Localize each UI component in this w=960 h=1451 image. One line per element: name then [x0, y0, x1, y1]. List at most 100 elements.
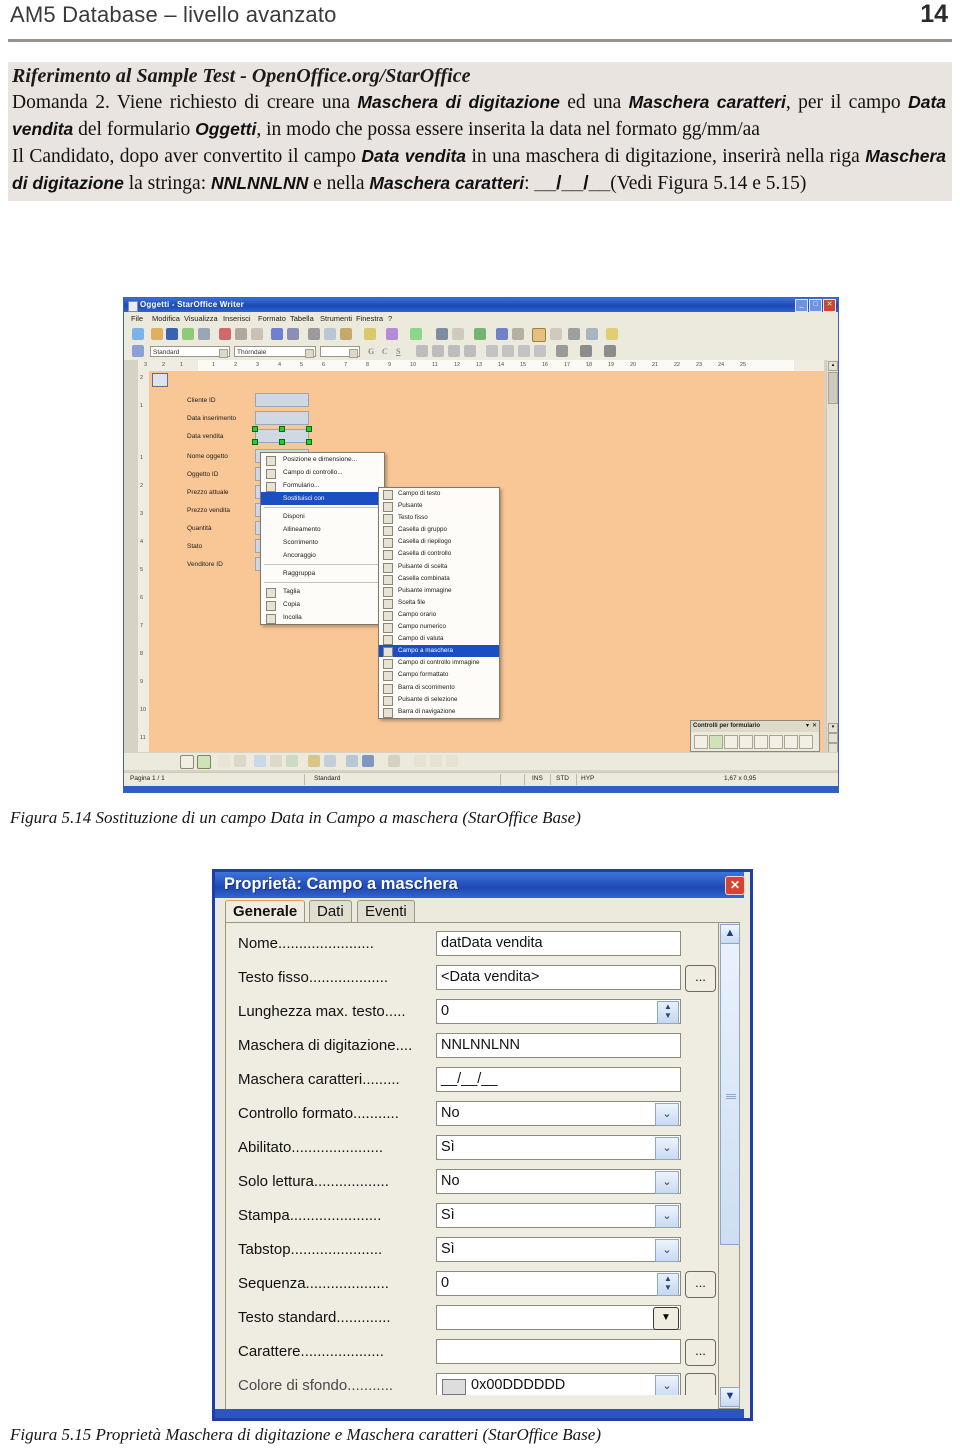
ctx-item-allineamento[interactable]: Allineamento▸ [261, 523, 384, 536]
unordered-list-icon[interactable] [486, 345, 498, 357]
replace-with-submenu[interactable]: Campo di testo Pulsante Testo fisso Case… [378, 487, 500, 719]
hyperlink-icon[interactable] [436, 328, 448, 340]
browse-testo-fisso-button[interactable]: ... [685, 965, 716, 992]
copy-toolbar-icon[interactable] [324, 328, 336, 340]
status-ins[interactable]: INS [532, 775, 543, 782]
print-icon[interactable] [235, 328, 247, 340]
ft-textbox-icon[interactable] [769, 735, 783, 749]
paste-toolbar-icon[interactable] [340, 328, 352, 340]
align-center-icon[interactable] [432, 345, 444, 357]
grid-display-icon[interactable] [414, 755, 426, 767]
edit-file-icon[interactable] [198, 328, 210, 340]
ctx-item-taglia[interactable]: Taglia [261, 585, 384, 598]
ctx-item-raggruppa[interactable]: Raggruppa▸ [261, 567, 384, 580]
sub-item-campo-a-maschera[interactable]: Campo a maschera [379, 645, 499, 658]
scroll-down-icon[interactable]: ▼ [720, 1387, 740, 1407]
decrease-indent-icon[interactable] [518, 345, 530, 357]
scroll-down-icon[interactable]: ▾ [828, 723, 838, 733]
design-mode-icon[interactable] [197, 755, 211, 769]
sub-item-campo-di-testo[interactable]: Campo di testo [379, 488, 499, 500]
formatting-marks-icon[interactable] [568, 328, 580, 340]
browse-prev-icon[interactable] [828, 733, 838, 743]
menu-visualizza[interactable]: Visualizza [184, 314, 218, 323]
ft-formatted-field-icon[interactable] [784, 735, 798, 749]
sub-item-barra-di-navigazione[interactable]: Barra di navigazione [379, 706, 499, 718]
ctx-item-posizione-dimensione[interactable]: Posizione e dimensione... [261, 453, 384, 466]
open-icon[interactable] [151, 328, 163, 340]
ctx-item-incolla[interactable]: Incolla [261, 611, 384, 624]
dialog-close-button[interactable]: ✕ [725, 876, 745, 895]
close-button[interactable]: ✕ [823, 299, 836, 312]
browse-sequenza-button[interactable]: ... [685, 1271, 716, 1298]
align-left-icon[interactable] [416, 345, 428, 357]
tab-generale[interactable]: Generale [225, 900, 306, 924]
chevron-down-icon[interactable] [305, 349, 314, 358]
ft-checkbox-icon[interactable] [754, 735, 768, 749]
sub-item-campo-orario[interactable]: Campo orario [379, 609, 499, 621]
ctx-item-disponi[interactable]: Disponi▸ [261, 510, 384, 523]
new-icon[interactable] [132, 328, 144, 340]
menu-strumenti[interactable]: Strumenti [320, 314, 352, 323]
activation-order-icon[interactable] [286, 755, 298, 767]
add-field-icon[interactable] [308, 755, 320, 767]
input-lunghezza-max[interactable]: 0 ▲ ▼ [436, 999, 681, 1024]
autospell-icon[interactable] [287, 328, 299, 340]
email-icon[interactable] [182, 328, 194, 340]
properties-dialog[interactable]: Proprietà: Campo a maschera ✕ Generale D… [212, 869, 753, 1421]
table-control-icon[interactable] [270, 755, 282, 767]
help-icon[interactable] [606, 328, 618, 340]
scroll-up-icon[interactable]: ▲ [720, 924, 740, 944]
ctx-item-campo-controllo[interactable]: Campo di controllo... [261, 466, 384, 479]
vertical-scrollbar[interactable]: ▴ ▾ [826, 360, 838, 763]
form-controls-floating-toolbar[interactable]: Controlli per formulario ▾ ✕ [690, 720, 820, 752]
ctx-item-ancoraggio[interactable]: Ancoraggio▸ [261, 549, 384, 562]
status-std[interactable]: STD [556, 775, 569, 782]
select-solo-lettura[interactable]: No ⌄ [436, 1169, 681, 1194]
check-icon[interactable] [474, 328, 486, 340]
menu-help[interactable]: ? [388, 314, 392, 323]
cut-toolbar-icon[interactable] [308, 328, 320, 340]
chevron-down-icon[interactable]: ▼ [653, 1307, 679, 1330]
menu-modifica[interactable]: Modifica [152, 314, 180, 323]
sub-item-campo-di-controllo-immagine[interactable]: Campo di controllo immagine [379, 657, 499, 670]
select-arrow-icon[interactable] [180, 755, 194, 769]
snap-grid-icon[interactable] [430, 755, 442, 767]
form-field-cliente-id[interactable] [255, 393, 309, 407]
chevron-down-icon[interactable] [219, 349, 228, 358]
sub-item-casella-combinata[interactable]: Casella combinata [379, 573, 499, 585]
navigator-form-icon[interactable] [324, 755, 336, 767]
apply-style-icon[interactable] [132, 345, 144, 357]
ft-label-icon[interactable] [739, 735, 753, 749]
control-wizard-icon[interactable] [218, 755, 230, 767]
zoom-icon[interactable] [586, 328, 598, 340]
align-form-icon[interactable] [388, 755, 400, 767]
ft-select-icon[interactable] [694, 735, 708, 749]
menu-file[interactable]: File [131, 314, 143, 323]
menu-formato[interactable]: Formato [258, 314, 286, 323]
select-stampa[interactable]: Sì ⌄ [436, 1203, 681, 1228]
chevron-down-icon[interactable]: ⌄ [655, 1205, 679, 1228]
select-colore-sfondo[interactable]: 0x00DDDDDD ⌄ [436, 1373, 681, 1395]
navigator-icon[interactable] [496, 328, 508, 340]
sub-item-campo-formattato[interactable]: Campo formattato [379, 669, 499, 682]
form-design-icon[interactable] [532, 328, 546, 342]
chevron-down-icon[interactable]: ⌄ [655, 1171, 679, 1194]
form-properties-icon[interactable] [254, 755, 266, 767]
ft-pushbutton-icon[interactable] [799, 735, 813, 749]
dialog-scrollbar[interactable]: ▲ ▼ [718, 922, 740, 1409]
font-color-icon[interactable] [556, 345, 568, 357]
input-maschera-caratteri[interactable]: __/__/__ [436, 1067, 681, 1092]
gallery-icon[interactable] [550, 328, 562, 340]
export-pdf-icon[interactable] [219, 328, 231, 340]
tab-dati[interactable]: Dati [309, 900, 352, 924]
table-icon[interactable] [452, 328, 464, 340]
minimize-button[interactable]: _ [795, 299, 808, 312]
scroll-thumb[interactable] [828, 372, 838, 404]
save-icon[interactable] [166, 328, 178, 340]
scroll-up-icon[interactable]: ▴ [828, 361, 838, 371]
ctx-item-copia[interactable]: Copia [261, 598, 384, 611]
menu-finestra[interactable]: Finestra [356, 314, 383, 323]
bold-button[interactable]: G [368, 347, 374, 356]
spellcheck-icon[interactable] [271, 328, 283, 340]
input-nome[interactable]: datData vendita [436, 931, 681, 956]
